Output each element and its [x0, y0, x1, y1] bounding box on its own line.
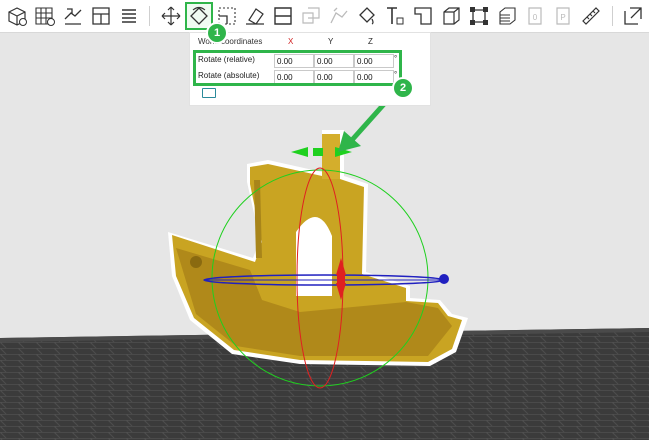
arrange-icon [64, 8, 82, 25]
place-on-face-button[interactable] [242, 3, 268, 29]
place-on-face-icon [246, 8, 264, 25]
export-icon [624, 7, 642, 25]
cube-icon [443, 7, 460, 25]
grid-icon [35, 7, 55, 26]
add-object-button[interactable] [4, 3, 30, 29]
measure-button[interactable] [578, 3, 604, 29]
axis-z-header: Z [368, 37, 373, 46]
svg-text:P: P [560, 13, 565, 22]
print-button[interactable]: P [550, 3, 576, 29]
text-button[interactable] [382, 3, 408, 29]
hollow-button[interactable] [326, 3, 352, 29]
layers-icon [122, 9, 136, 23]
grid-button[interactable] [32, 3, 58, 29]
support-icon [414, 7, 432, 25]
add-object-icon [8, 7, 27, 26]
rotation-handle-blue [439, 274, 449, 284]
annotation-callout-2: 2 [392, 77, 414, 99]
frame-icon [470, 7, 488, 25]
boolean-icon [302, 7, 320, 24]
export-button[interactable] [620, 3, 646, 29]
layout-icon [92, 7, 110, 25]
layers-button[interactable] [116, 3, 142, 29]
arrange-button[interactable] [60, 3, 86, 29]
top-toolbar: 0 P [0, 0, 649, 33]
measure-icon [582, 7, 600, 25]
print-icon: P [556, 7, 570, 25]
hollow-icon [330, 7, 348, 24]
rotation-handle-green [291, 147, 308, 157]
paint-button[interactable] [354, 3, 380, 29]
svg-text:0: 0 [533, 13, 538, 22]
variable-layer-icon [499, 7, 516, 25]
page-button[interactable]: 0 [522, 3, 548, 29]
frame-button[interactable] [466, 3, 492, 29]
cube-button[interactable] [438, 3, 464, 29]
annotation-highlight-box [193, 50, 402, 86]
rotate-icon [190, 6, 208, 25]
layout-button[interactable] [88, 3, 114, 29]
move-icon [161, 6, 181, 26]
page-icon: 0 [528, 7, 542, 25]
support-button[interactable] [410, 3, 436, 29]
cut-button[interactable] [270, 3, 296, 29]
3d-model-benchy [168, 130, 468, 366]
variable-layer-button[interactable] [494, 3, 520, 29]
annotation-callout-1: 1 [206, 22, 228, 44]
axis-y-header: Y [328, 37, 334, 46]
toolbar-separator [149, 6, 150, 26]
boolean-button[interactable] [298, 3, 324, 29]
toolbar-separator [612, 6, 613, 26]
paint-icon [359, 7, 375, 25]
move-button[interactable] [158, 3, 184, 29]
cut-icon [274, 7, 292, 25]
keyboard-icon[interactable] [202, 88, 216, 98]
axis-x-header: X [288, 37, 294, 46]
text-icon [387, 7, 404, 25]
